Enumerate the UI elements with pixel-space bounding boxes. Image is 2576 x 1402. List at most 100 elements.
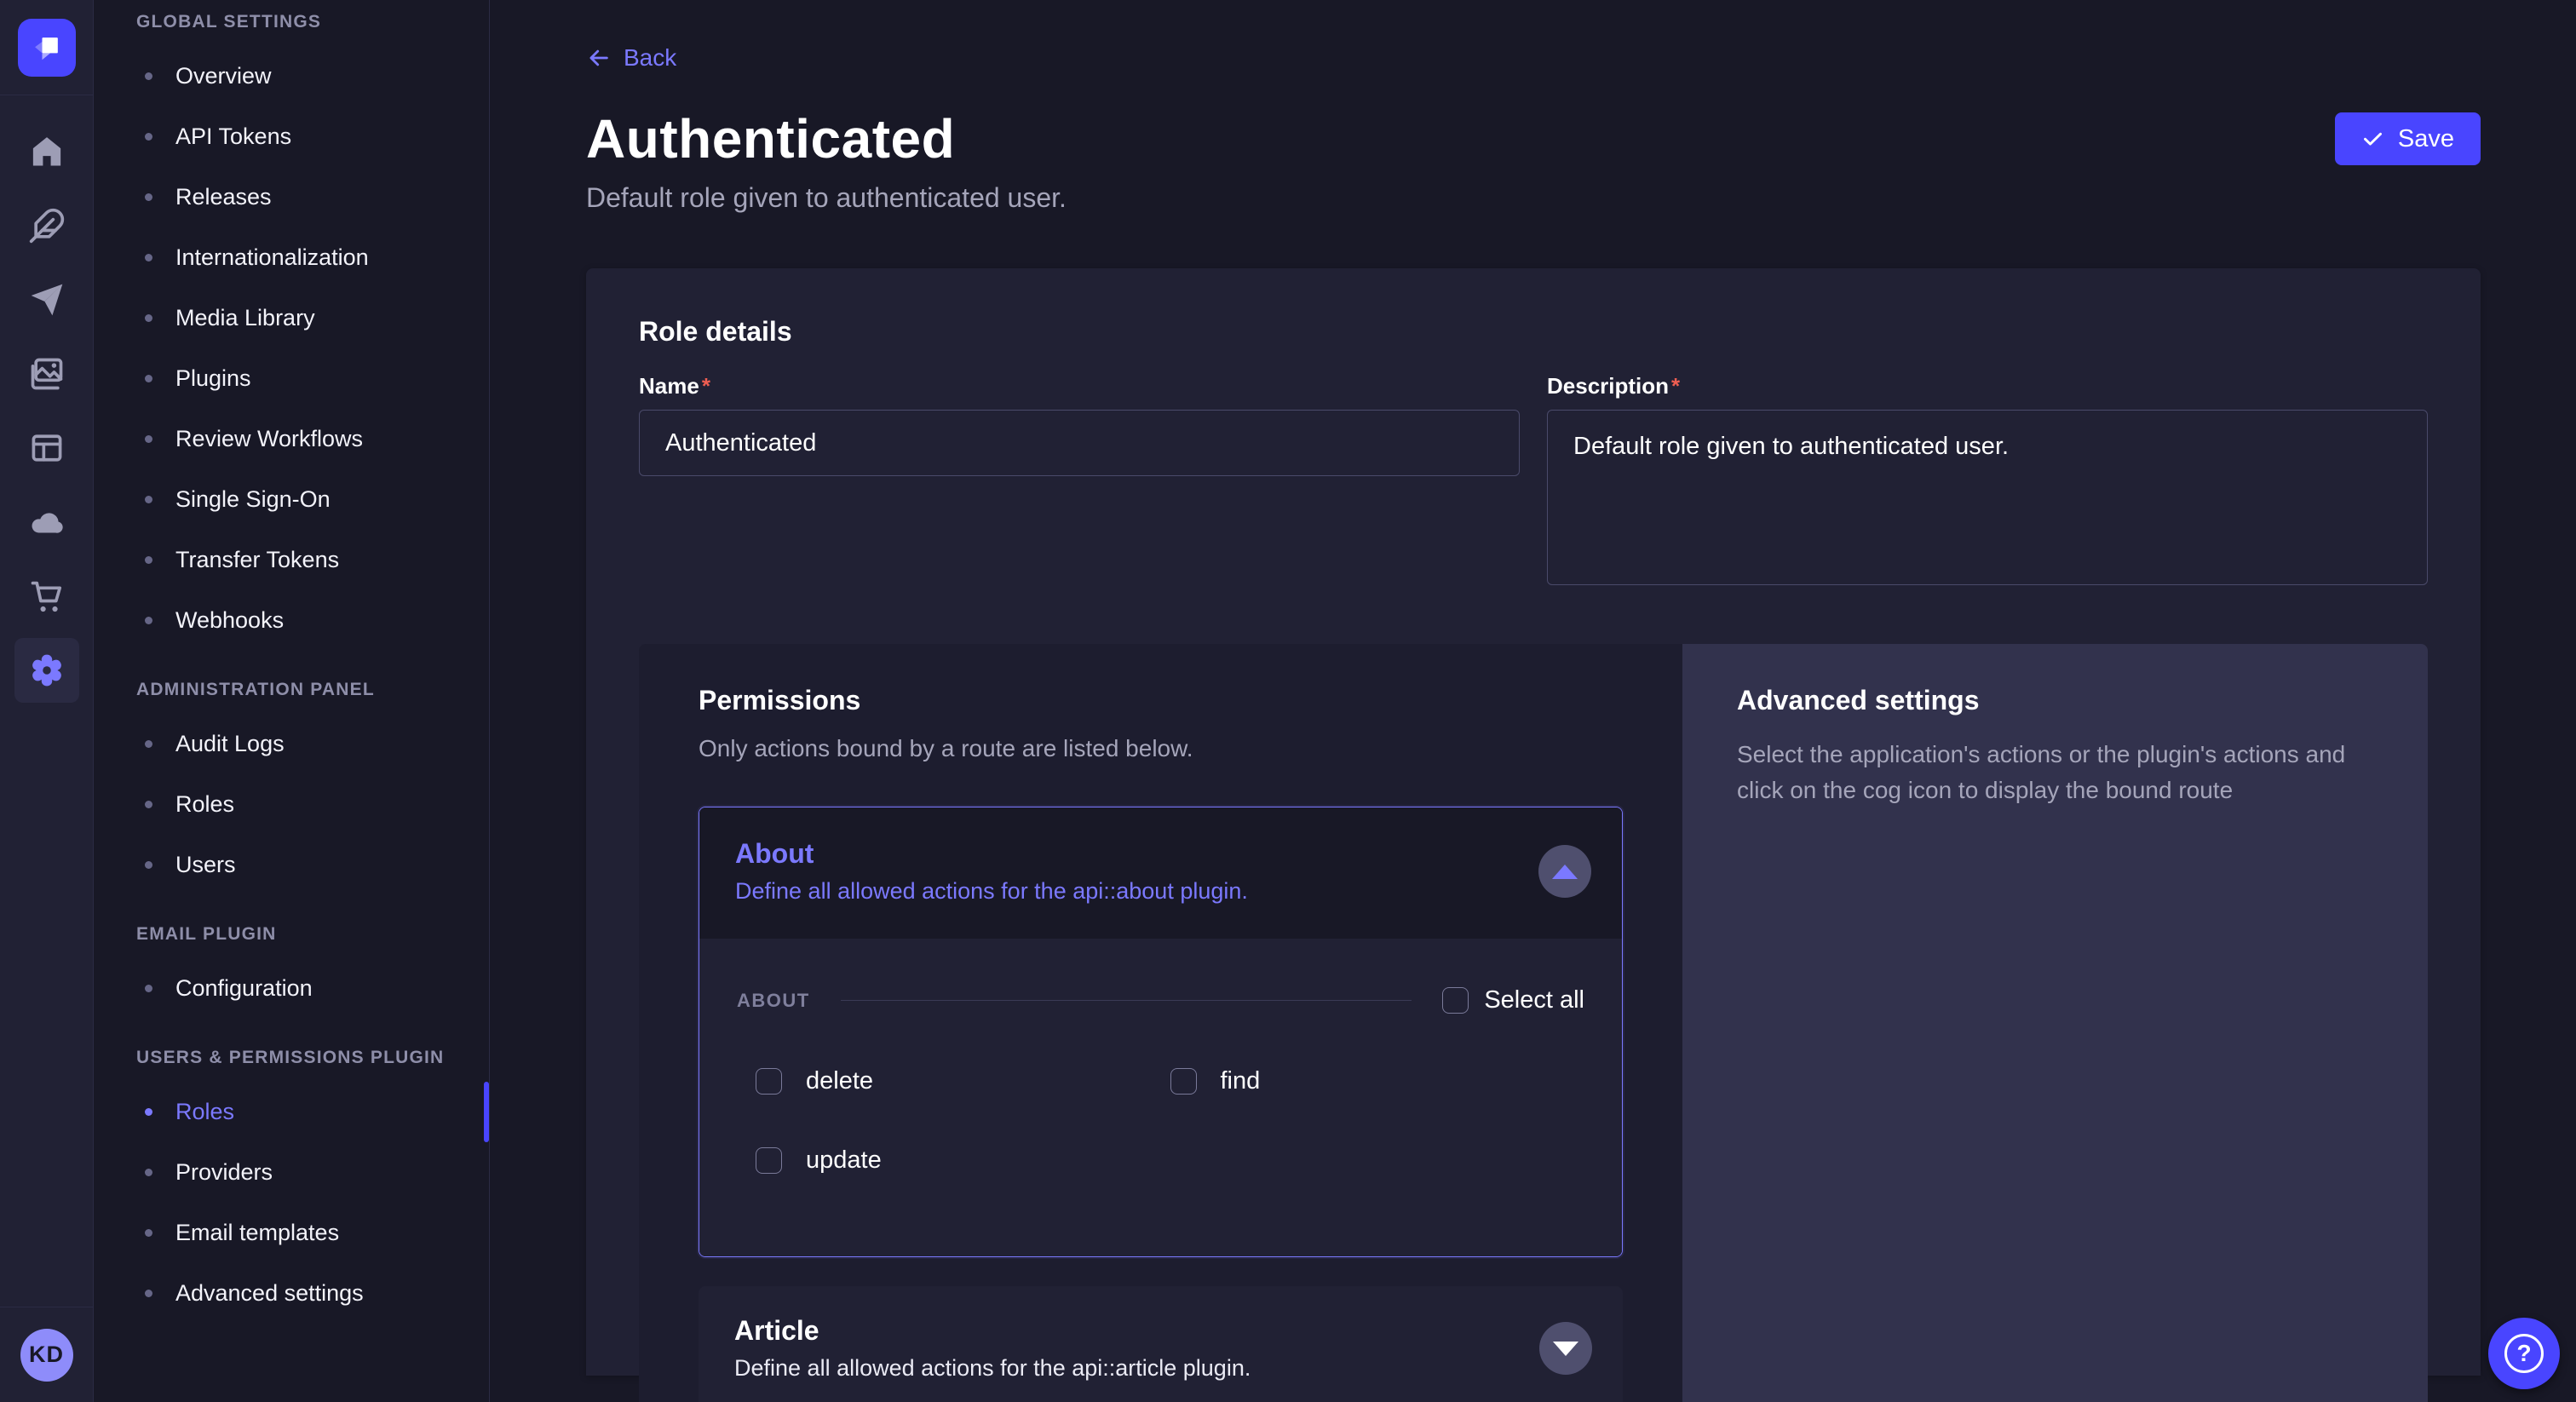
select-all-checkbox[interactable] (1442, 987, 1469, 1014)
nav-section: GLOBAL SETTINGSOverviewAPI TokensRelease… (94, 5, 489, 651)
chevron-down-icon (1553, 1342, 1578, 1356)
accordion-about: About Define all allowed actions for the… (699, 807, 1623, 1257)
bullet-icon (145, 496, 152, 503)
bullet-icon (145, 617, 152, 624)
subnav-item-media-library[interactable]: Media Library (94, 288, 489, 348)
subnav-item-label: Internationalization (175, 244, 369, 271)
role-details-title: Role details (639, 316, 2428, 348)
subnav-item-label: Providers (175, 1159, 273, 1186)
subnav-item-roles[interactable]: Roles (94, 774, 489, 835)
expand-button[interactable] (1539, 1322, 1592, 1375)
group-label: ABOUT (737, 990, 810, 1012)
accordion-about-header[interactable]: About Define all allowed actions for the… (699, 807, 1622, 939)
subnav-item-single-sign-on[interactable]: Single Sign-On (94, 469, 489, 530)
action-label: update (806, 1146, 882, 1175)
name-input[interactable] (639, 410, 1520, 476)
bullet-icon (145, 193, 152, 201)
check-icon (2361, 128, 2384, 151)
main-nav-rail: KD (0, 0, 94, 1402)
advanced-settings-description: Select the application's actions or the … (1737, 737, 2373, 808)
permissions-advanced-section: Permissions Only actions bound by a rout… (639, 644, 2428, 1402)
back-link[interactable]: Back (586, 44, 676, 72)
bullet-icon (145, 1229, 152, 1237)
subnav-item-configuration[interactable]: Configuration (94, 958, 489, 1019)
subnav-item-advanced-settings[interactable]: Advanced settings (94, 1263, 489, 1324)
subnav-item-transfer-tokens[interactable]: Transfer Tokens (94, 530, 489, 590)
collapse-button[interactable] (1538, 845, 1591, 898)
gear-icon[interactable] (14, 638, 79, 703)
subnav-item-label: Media Library (175, 305, 315, 331)
bullet-icon (145, 72, 152, 80)
nav-section-header: GLOBAL SETTINGS (94, 5, 489, 46)
subnav-item-label: Transfer Tokens (175, 547, 339, 573)
home-icon[interactable] (14, 119, 79, 184)
bullet-icon (145, 1108, 152, 1116)
subnav-item-label: Advanced settings (175, 1280, 364, 1307)
accordion-article[interactable]: Article Define all allowed actions for t… (699, 1286, 1623, 1402)
action-checkbox-delete[interactable] (756, 1068, 782, 1095)
divider-line (841, 1000, 1412, 1001)
subnav-item-email-templates[interactable]: Email templates (94, 1203, 489, 1263)
accordion-about-title: About (735, 838, 1248, 870)
required-asterisk: * (1671, 373, 1680, 399)
page-subtitle: Default role given to authenticated user… (586, 182, 2481, 214)
bullet-icon (145, 314, 152, 322)
bullet-icon (145, 985, 152, 992)
bullet-icon (145, 801, 152, 808)
action-label: delete (806, 1067, 873, 1095)
help-question-icon: ? (2504, 1334, 2544, 1373)
subnav-item-plugins[interactable]: Plugins (94, 348, 489, 409)
subnav-item-label: Single Sign-On (175, 486, 331, 513)
subnav-item-label: Email templates (175, 1220, 339, 1246)
subnav-item-roles[interactable]: Roles (94, 1082, 489, 1142)
subnav-item-releases[interactable]: Releases (94, 167, 489, 227)
action-item-find: find (1170, 1067, 1585, 1095)
subnav-item-review-workflows[interactable]: Review Workflows (94, 409, 489, 469)
bullet-icon (145, 254, 152, 261)
subnav-item-label: Roles (175, 1099, 234, 1125)
rail-icon-list (0, 95, 93, 712)
subnav-item-api-tokens[interactable]: API Tokens (94, 106, 489, 167)
media-images-icon[interactable] (14, 342, 79, 406)
action-checkbox-find[interactable] (1170, 1068, 1197, 1095)
subnav-sections: GLOBAL SETTINGSOverviewAPI TokensRelease… (94, 5, 489, 1324)
description-textarea[interactable]: Default role given to authenticated user… (1547, 410, 2428, 585)
subnav-item-overview[interactable]: Overview (94, 46, 489, 106)
subnav-item-label: Review Workflows (175, 426, 363, 452)
accordion-about-subtitle: Define all allowed actions for the api::… (735, 878, 1248, 905)
active-indicator (484, 1082, 489, 1142)
nav-section-header: EMAIL PLUGIN (94, 917, 489, 958)
cloud-icon[interactable] (14, 490, 79, 554)
subnav-item-audit-logs[interactable]: Audit Logs (94, 714, 489, 774)
help-button[interactable]: ? (2488, 1318, 2560, 1389)
accordion-article-title: Article (734, 1315, 1251, 1347)
nav-section: ADMINISTRATION PANELAudit LogsRolesUsers (94, 673, 489, 895)
description-label: Description* (1547, 373, 1680, 399)
action-label: find (1221, 1067, 1261, 1095)
advanced-settings-title: Advanced settings (1737, 685, 2373, 716)
paper-plane-icon[interactable] (14, 267, 79, 332)
subnav-item-label: Configuration (175, 975, 313, 1002)
bullet-icon (145, 861, 152, 869)
layout-icon[interactable] (14, 416, 79, 480)
nav-list: Configuration (94, 958, 489, 1019)
save-button[interactable]: Save (2335, 112, 2481, 165)
bullet-icon (145, 556, 152, 564)
bullet-icon (145, 435, 152, 443)
subnav-item-users[interactable]: Users (94, 835, 489, 895)
action-checkbox-update[interactable] (756, 1147, 782, 1174)
workspace-logo-box[interactable] (0, 0, 93, 95)
accordion-article-subtitle: Define all allowed actions for the api::… (734, 1355, 1251, 1382)
bullet-icon (145, 133, 152, 141)
subnav-item-label: Users (175, 852, 236, 878)
nav-section-header: USERS & PERMISSIONS PLUGIN (94, 1041, 489, 1082)
name-field-group: Name* (639, 373, 1520, 589)
avatar[interactable]: KD (20, 1329, 73, 1382)
back-label: Back (624, 44, 676, 72)
subnav-item-webhooks[interactable]: Webhooks (94, 590, 489, 651)
subnav-item-providers[interactable]: Providers (94, 1142, 489, 1203)
feather-icon[interactable] (14, 193, 79, 258)
bullet-icon (145, 1169, 152, 1176)
cart-icon[interactable] (14, 564, 79, 629)
subnav-item-internationalization[interactable]: Internationalization (94, 227, 489, 288)
